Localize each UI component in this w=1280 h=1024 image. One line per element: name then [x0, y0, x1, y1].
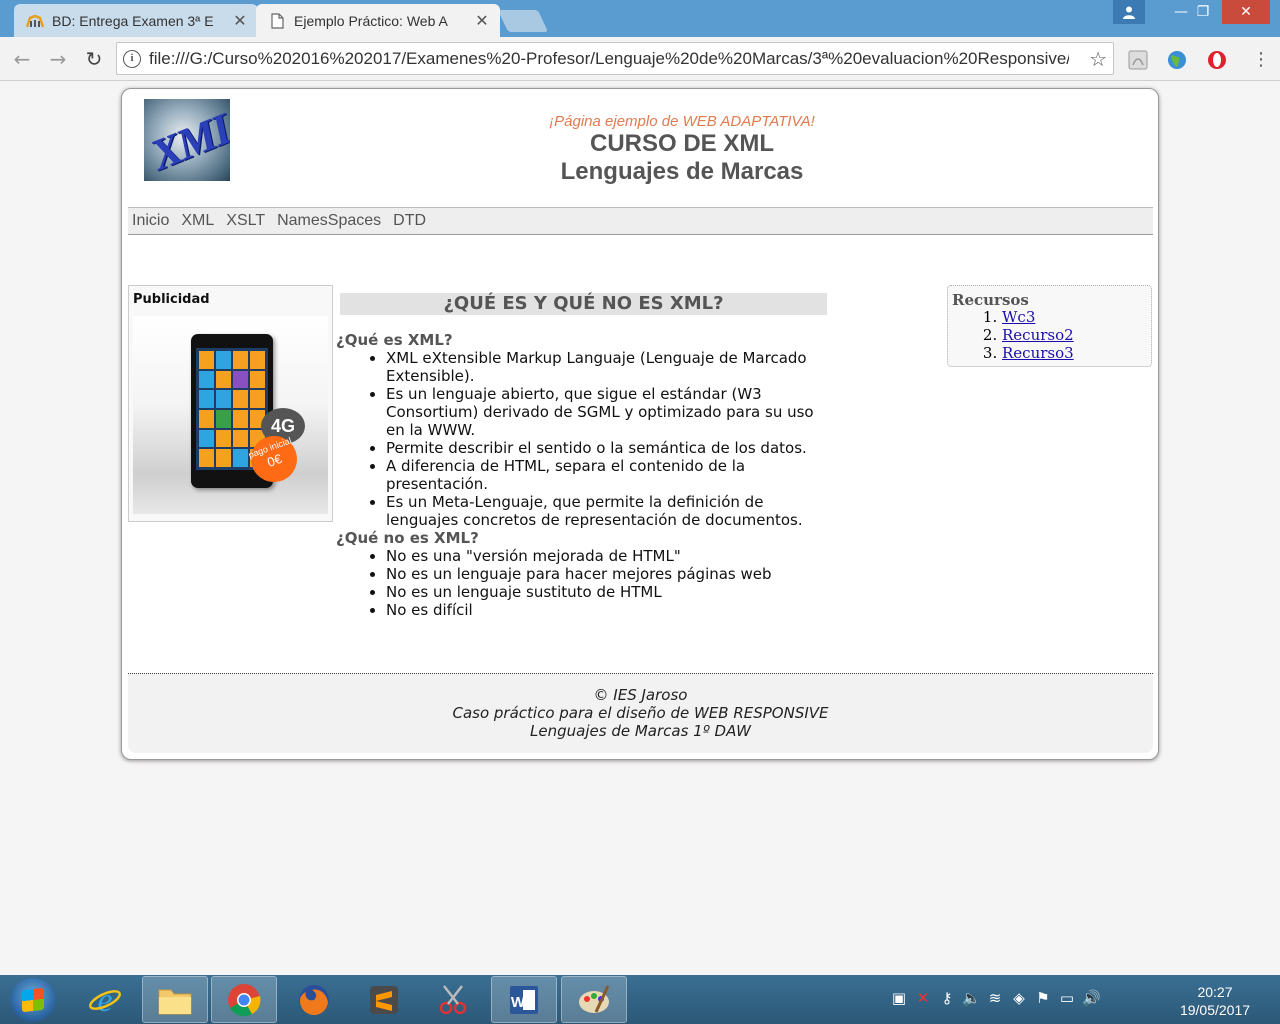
forward-arrow-icon[interactable]: → — [46, 47, 70, 71]
page-viewport: XML ¡Página ejemplo de WEB ADAPTATIVA! C… — [0, 82, 1280, 975]
info-icon[interactable]: i — [123, 49, 141, 68]
svg-text:W: W — [511, 994, 526, 1011]
resource-item: Recurso2 — [1002, 326, 1151, 344]
firefox-icon[interactable] — [281, 976, 347, 1023]
page-footer: © IES Jaroso Caso práctico para el diseñ… — [128, 673, 1153, 753]
footer-line-3: Lenguajes de Marcas 1º DAW — [530, 722, 751, 740]
nav-item-xml[interactable]: XML — [181, 212, 214, 230]
list-item: No es una "versión mejorada de HTML" — [386, 547, 828, 565]
snipping-tool-icon[interactable] — [421, 976, 487, 1023]
main-content: ¿QUÉ ES Y QUÉ NO ES XML? ¿Qué es XML? XM… — [336, 285, 828, 619]
tab-bd-entrega[interactable]: BD: Entrega Examen 3ª E ✕ — [14, 4, 258, 37]
browser-titlebar: BD: Entrega Examen 3ª E ✕ Ejemplo Prácti… — [0, 0, 1280, 37]
globe-extension-icon[interactable] — [1166, 49, 1188, 71]
footer-line-2: Caso práctico para el diseño de WEB RESP… — [452, 704, 829, 722]
section1-title: ¿Qué es XML? — [336, 331, 453, 349]
windows-logo-icon — [22, 987, 44, 1013]
header-subtitle: Lenguajes de Marcas — [560, 158, 804, 185]
back-arrow-icon[interactable]: ← — [10, 47, 34, 71]
svg-text:e: e — [97, 982, 112, 1018]
nav-item-dtd[interactable]: DTD — [393, 212, 426, 230]
bookmark-star-icon[interactable]: ☆ — [1089, 47, 1107, 71]
browser-toolbar: ← → ↻ i file:///G:/Curso%202016%202017/E… — [0, 37, 1280, 81]
header-title: CURSO DE XML — [589, 130, 774, 157]
moodle-icon — [25, 13, 45, 29]
resource-link-wc3[interactable]: Wc3 — [1002, 308, 1035, 326]
tab-ejemplo-practico[interactable]: Ejemplo Práctico: Web A ✕ — [256, 4, 500, 37]
resource-link-recurso3[interactable]: Recurso3 — [1002, 344, 1074, 362]
tray-flag-icon[interactable]: ⚑ — [1034, 989, 1052, 1007]
chrome-icon[interactable] — [211, 976, 277, 1023]
close-window-button[interactable]: ✕ — [1222, 0, 1270, 24]
tray-shield-icon[interactable]: ◈ — [1010, 989, 1028, 1007]
maximize-button[interactable]: ❐ — [1181, 0, 1225, 24]
footer-line-1: © IES Jaroso — [593, 686, 688, 704]
nav-item-xslt[interactable]: XSLT — [226, 212, 265, 230]
resource-link-recurso2[interactable]: Recurso2 — [1002, 326, 1074, 344]
logo-text: XML — [144, 101, 230, 180]
section1-list: XML eXtensible Markup Languaje (Lenguaje… — [386, 349, 828, 529]
page-icon — [268, 12, 286, 29]
resources-title: Recursos — [952, 291, 1029, 309]
new-tab-button[interactable] — [497, 10, 549, 32]
user-profile-icon[interactable] — [1113, 0, 1145, 24]
address-bar[interactable]: i file:///G:/Curso%202016%202017/Examene… — [116, 42, 1114, 75]
list-item: No es difícil — [386, 601, 828, 619]
nav-item-namesspaces[interactable]: NamesSpaces — [277, 212, 381, 230]
list-item: A diferencia de HTML, separa el contenid… — [386, 457, 828, 493]
tray-antivirus-icon[interactable]: ✕ — [914, 989, 932, 1007]
file-explorer-icon[interactable] — [142, 976, 208, 1023]
page-container: XML ¡Página ejemplo de WEB ADAPTATIVA! C… — [121, 88, 1159, 760]
taskbar-clock[interactable]: 20:27 19/05/2017 — [1170, 983, 1260, 1019]
list-item: XML eXtensible Markup Languaje (Lenguaje… — [386, 349, 828, 385]
tab-label: BD: Entrega Examen 3ª E — [52, 12, 214, 29]
reload-icon[interactable]: ↻ — [82, 47, 106, 71]
system-tray: ▣ ✕ ⚷ 🔈 ≋ ◈ ⚑ ▭ 🔊 — [890, 989, 1101, 1011]
list-item: Permite describir el sentido o la semánt… — [386, 439, 828, 457]
internet-explorer-icon[interactable]: e — [72, 976, 138, 1023]
main-heading: ¿QUÉ ES Y QUÉ NO ES XML? — [340, 293, 827, 315]
list-item: No es un lenguaje sustituto de HTML — [386, 583, 828, 601]
tab-close-icon[interactable]: ✕ — [472, 11, 492, 31]
clock-time: 20:27 — [1197, 984, 1233, 1000]
section2-list: No es una "versión mejorada de HTML" No … — [386, 547, 828, 619]
tab-close-icon[interactable]: ✕ — [230, 11, 250, 31]
section2-title: ¿Qué no es XML? — [336, 529, 479, 547]
resources-panel: Recursos Wc3 Recurso2 Recurso3 — [947, 285, 1152, 367]
ad-phone-image[interactable]: 4G pago inicial 0€ — [133, 316, 328, 514]
nav-item-inicio[interactable]: Inicio — [132, 212, 169, 230]
list-item: Es un Meta-Lenguaje, que permite la defi… — [386, 493, 828, 529]
windows-taskbar: e W ▣ ✕ ⚷ 🔈 ≋ ◈ ⚑ ▭ 🔊 20:27 19/05/2017 — [0, 975, 1280, 1024]
tab-label: Ejemplo Práctico: Web A — [294, 12, 448, 29]
tray-network-icon[interactable]: ▣ — [890, 989, 908, 1007]
clock-date: 19/05/2017 — [1179, 1002, 1251, 1018]
resource-item: Recurso3 — [1002, 344, 1151, 362]
header-tagline: ¡Página ejemplo de WEB ADAPTATIVA! — [549, 113, 815, 130]
ad-title: Publicidad — [133, 292, 210, 307]
tray-wifi-icon[interactable]: ≋ — [986, 989, 1004, 1007]
menu-dots-icon[interactable]: ⋮ — [1250, 49, 1272, 71]
ad-panel: Publicidad 4G pago inicial 0€ — [128, 285, 333, 522]
paint-icon[interactable] — [561, 976, 627, 1023]
resources-list: Wc3 Recurso2 Recurso3 — [1002, 308, 1151, 362]
tray-usb-icon[interactable]: ⚷ — [938, 989, 956, 1007]
main-nav: Inicio XML XSLT NamesSpaces DTD — [128, 207, 1153, 235]
sublime-text-icon[interactable] — [351, 976, 417, 1023]
start-button[interactable] — [10, 978, 56, 1022]
list-item: No es un lenguaje para hacer mejores pág… — [386, 565, 828, 583]
url-text[interactable]: file:///G:/Curso%202016%202017/Examenes%… — [149, 49, 1069, 69]
tray-speaker-icon[interactable]: 🔊 — [1082, 989, 1101, 1007]
opera-extension-icon[interactable] — [1206, 49, 1228, 71]
tray-volume-icon[interactable]: 🔈 — [962, 989, 981, 1007]
word-icon[interactable]: W — [491, 976, 557, 1023]
xml-logo: XML — [144, 99, 230, 181]
resource-item: Wc3 — [1002, 308, 1151, 326]
page-header: ¡Página ejemplo de WEB ADAPTATIVA! CURSO… — [342, 113, 1022, 186]
tray-monitor-icon[interactable]: ▭ — [1058, 989, 1076, 1007]
list-item: Es un lenguaje abierto, que sigue el est… — [386, 385, 828, 439]
pdf-extension-icon[interactable] — [1127, 49, 1149, 71]
